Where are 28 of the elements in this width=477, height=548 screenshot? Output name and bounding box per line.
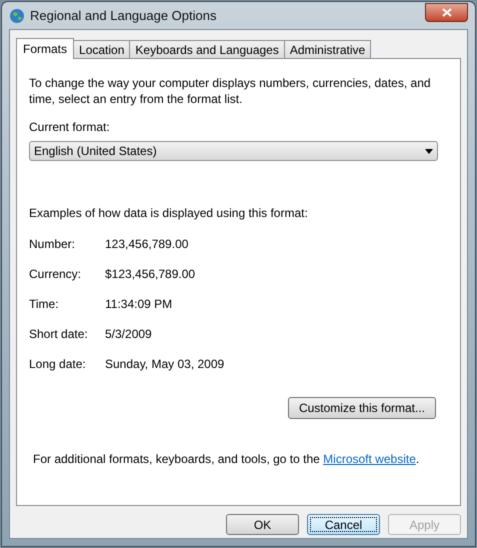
dropdown-arrow-icon [425, 148, 433, 154]
close-icon [442, 8, 452, 17]
example-label: Currency: [29, 266, 82, 283]
close-button[interactable] [425, 3, 468, 22]
microsoft-website-link[interactable]: Microsoft website [323, 452, 416, 466]
example-value: 123,456,789.00 [105, 236, 188, 253]
examples-heading: Examples of how data is displayed using this format: [29, 205, 309, 222]
example-value: 5/3/2009 [105, 326, 152, 343]
example-label: Long date: [29, 356, 87, 373]
current-format-label: Current format: [29, 119, 111, 136]
dialog-button[interactable]: OK [226, 514, 299, 535]
example-label: Short date: [29, 326, 89, 343]
tab[interactable]: Administrative [284, 40, 372, 58]
example-value: Sunday, May 03, 2009 [105, 356, 224, 373]
format-dropdown[interactable]: English (United States) [29, 141, 438, 161]
globe-icon [9, 8, 25, 24]
tab[interactable]: Location [73, 40, 130, 58]
footer-text: For additional formats, keyboards, and tools, go to the Microsoft website. [33, 451, 420, 468]
tab[interactable]: Keyboards and Languages [129, 40, 285, 58]
example-value: $123,456,789.00 [105, 266, 196, 283]
tab[interactable]: Formats [16, 38, 74, 59]
dialog-button[interactable]: Cancel [307, 514, 380, 535]
example-label: Time: [29, 296, 60, 313]
intro-text: To change the way your computer displays numbers, currencies, dates, and time, select an entry from the format list. [29, 75, 432, 107]
example-label: Number: [29, 236, 76, 253]
window-title: Regional and Language Options [30, 6, 216, 25]
example-value: 11:34:09 PM [105, 296, 172, 313]
customize-button[interactable]: Customize this format... [288, 397, 436, 419]
